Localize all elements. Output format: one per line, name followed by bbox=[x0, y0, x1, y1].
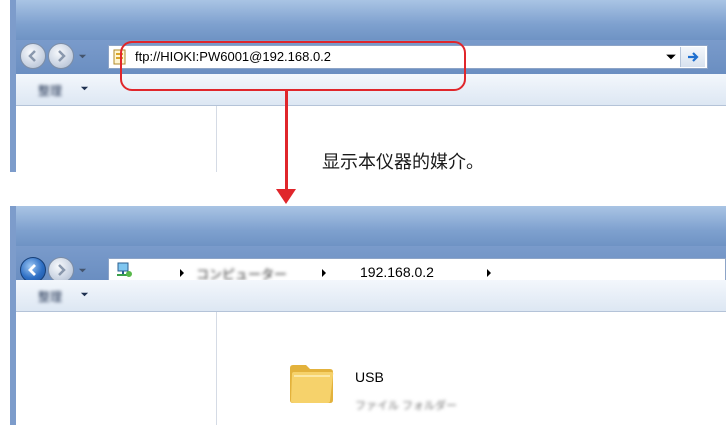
breadcrumb-ip[interactable]: 192.168.0.2 bbox=[360, 264, 434, 280]
chevron-down-icon bbox=[78, 54, 86, 58]
forward-arrow-icon bbox=[58, 50, 66, 62]
callout-arrow-head bbox=[276, 189, 296, 204]
back-arrow-icon bbox=[28, 50, 36, 62]
window-title-bar bbox=[10, 0, 726, 40]
forward-arrow-icon bbox=[58, 264, 66, 276]
folder-type: ファイル フォルダー bbox=[355, 400, 458, 412]
recent-pages-button[interactable] bbox=[76, 50, 88, 62]
chevron-down-icon bbox=[80, 86, 89, 91]
forward-button[interactable] bbox=[48, 43, 74, 69]
organize-menu[interactable]: 整理 bbox=[38, 82, 62, 99]
command-bar: 整理 bbox=[16, 280, 726, 312]
explorer-window-ftp-result: コンピューター 192.168.0.2 整理 USB ファイル フォルダー bbox=[10, 206, 726, 425]
navigation-pane bbox=[16, 106, 217, 172]
address-dropdown-icon[interactable] bbox=[665, 51, 677, 63]
breadcrumb-arrow-icon[interactable] bbox=[485, 268, 493, 278]
recent-pages-button[interactable] bbox=[76, 264, 88, 276]
window-title-bar bbox=[10, 206, 726, 246]
organize-menu[interactable]: 整理 bbox=[38, 288, 62, 305]
caption-text: 显示本仪器的媒介。 bbox=[322, 152, 484, 173]
chevron-down-icon bbox=[78, 268, 86, 272]
address-highlight-callout bbox=[120, 41, 466, 91]
go-button[interactable] bbox=[680, 47, 705, 67]
breadcrumb-arrow-icon[interactable] bbox=[320, 268, 328, 278]
network-computer-icon bbox=[117, 262, 132, 277]
breadcrumb-arrow-icon[interactable] bbox=[178, 268, 186, 278]
back-arrow-icon bbox=[28, 264, 36, 276]
navigation-pane bbox=[16, 312, 217, 425]
folder-icon[interactable] bbox=[286, 356, 338, 408]
callout-arrow-line bbox=[285, 91, 288, 191]
go-arrow-icon bbox=[688, 52, 699, 62]
chevron-down-icon bbox=[80, 292, 89, 297]
folder-name[interactable]: USB bbox=[355, 369, 384, 385]
back-button[interactable] bbox=[20, 43, 46, 69]
